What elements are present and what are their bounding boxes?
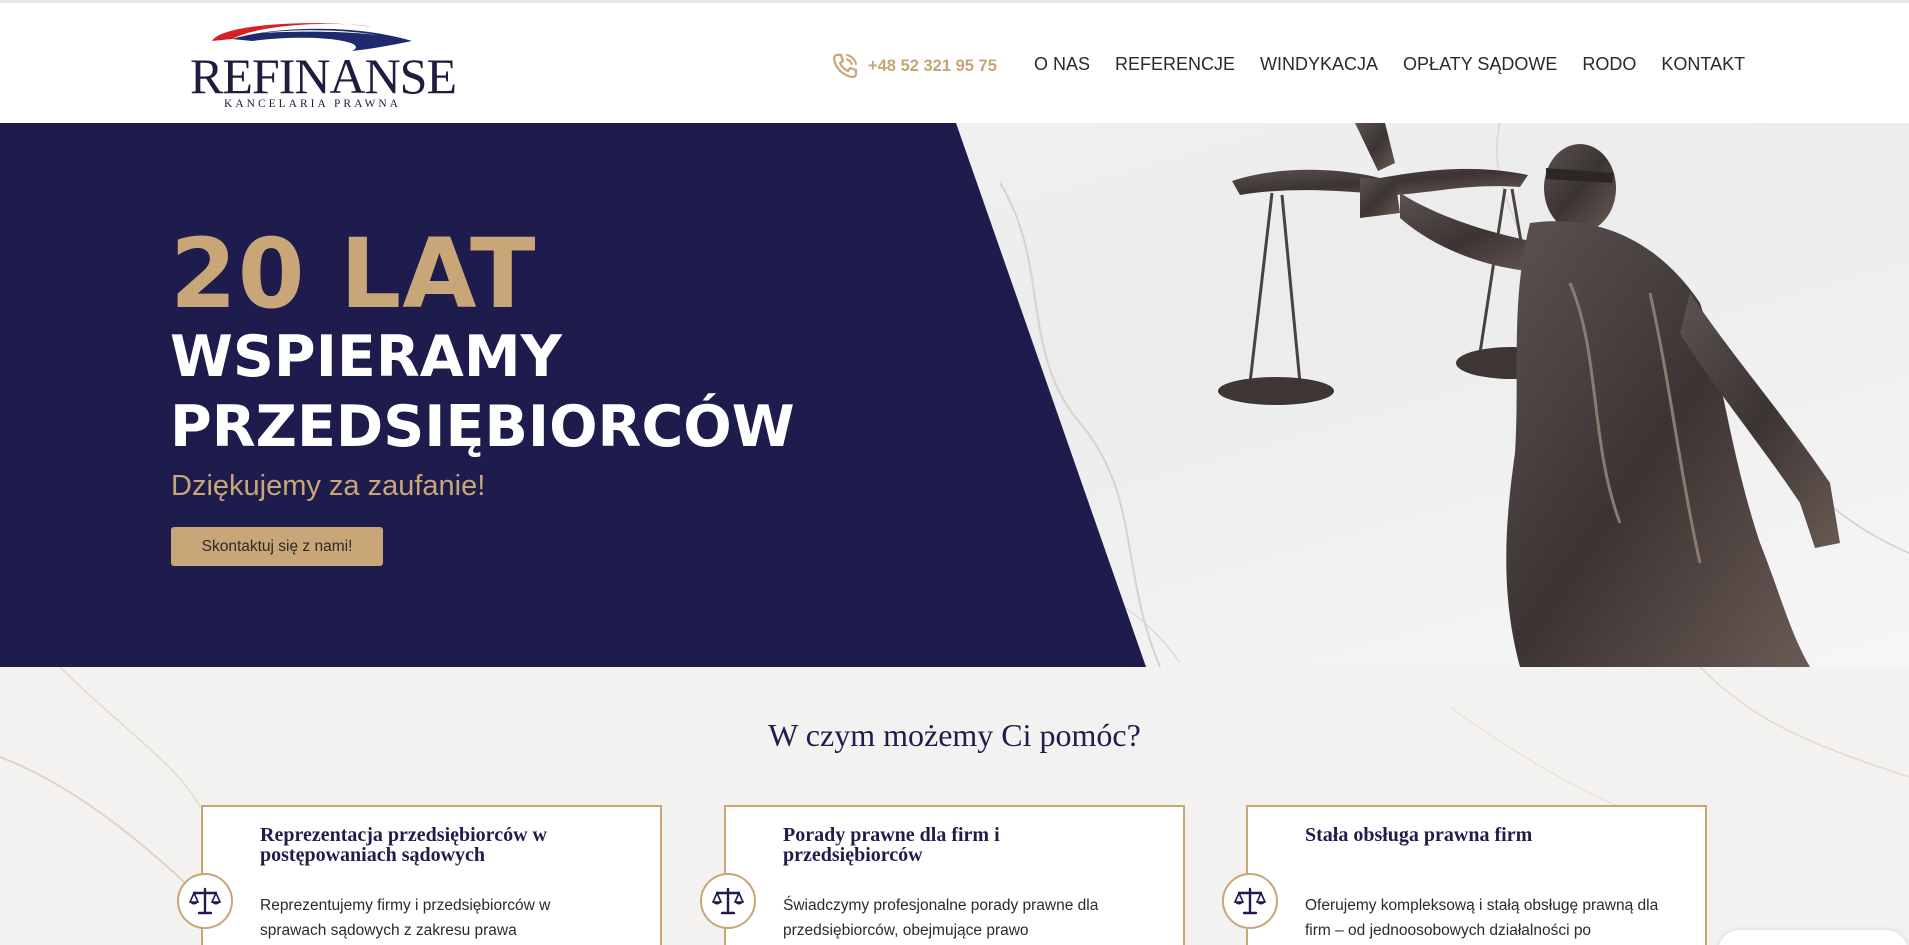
scales-icon bbox=[700, 873, 756, 929]
service-card[interactable]: Porady prawne dla firm i przedsiębiorców… bbox=[700, 805, 1185, 945]
service-card-text: Oferujemy kompleksową i stałą obsługę pr… bbox=[1305, 897, 1659, 939]
hero-line-1: WSPIERAMY bbox=[170, 324, 562, 390]
nav-item-oplaty-sadowe[interactable]: OPŁATY SĄDOWE bbox=[1403, 54, 1557, 75]
scales-icon bbox=[177, 873, 233, 929]
service-card[interactable]: Stała obsługa prawna firm Oferujemy komp… bbox=[1222, 805, 1707, 945]
contact-button[interactable]: Skontaktuj się z nami! bbox=[171, 527, 383, 566]
services-title: W czym możemy Ci pomóc? bbox=[768, 717, 1141, 753]
service-card-text: Świadczymy profesjonalne porady prawne d… bbox=[783, 897, 1099, 939]
nav-item-kontakt[interactable]: KONTAKT bbox=[1661, 54, 1745, 75]
hero-thanks: Dziękujemy za zaufanie! bbox=[171, 470, 486, 502]
logo-wordmark: REFINANSE bbox=[190, 48, 457, 104]
logo-subtitle: KANCELARIA PRAWNA bbox=[224, 98, 401, 110]
services-section: W czym możemy Ci pomóc? Reprezentacja pr… bbox=[0, 667, 1909, 945]
phone-link[interactable]: +48 52 321 95 75 bbox=[830, 51, 997, 81]
phone-icon bbox=[832, 53, 858, 79]
nav-item-rodo[interactable]: RODO bbox=[1582, 54, 1636, 75]
chat-widget[interactable] bbox=[1718, 930, 1908, 945]
nav-item-windykacja[interactable]: WINDYKACJA bbox=[1260, 54, 1378, 75]
hero-section: 20 LAT WSPIERAMY PRZEDSIĘBIORCÓW Dziękuj… bbox=[0, 123, 1909, 667]
scales-icon bbox=[1222, 873, 1278, 929]
service-card[interactable]: Reprezentacja przedsiębiorców w postępow… bbox=[177, 805, 662, 945]
hero-headline: 20 LAT bbox=[170, 218, 537, 330]
phone-number: +48 52 321 95 75 bbox=[868, 56, 997, 75]
nav-item-referencje[interactable]: REFERENCJE bbox=[1115, 54, 1235, 75]
hero-line-2: PRZEDSIĘBIORCÓW bbox=[170, 394, 795, 460]
service-card-text: Reprezentujemy firmy i przedsiębiorców w… bbox=[260, 897, 551, 939]
service-card-title: Reprezentacja przedsiębiorców w postępow… bbox=[260, 824, 547, 866]
nav-item-o-nas[interactable]: O NAS bbox=[1034, 54, 1090, 75]
site-header: REFINANSE KANCELARIA PRAWNA +48 52 321 9… bbox=[0, 3, 1909, 123]
logo[interactable]: REFINANSE KANCELARIA PRAWNA bbox=[190, 17, 457, 115]
service-card-title: Stała obsługa prawna firm bbox=[1305, 824, 1533, 846]
main-nav: O NAS REFERENCJE WINDYKACJA OPŁATY SĄDOW… bbox=[1034, 54, 1745, 75]
service-card-title: Porady prawne dla firm i przedsiębiorców bbox=[783, 824, 1000, 866]
